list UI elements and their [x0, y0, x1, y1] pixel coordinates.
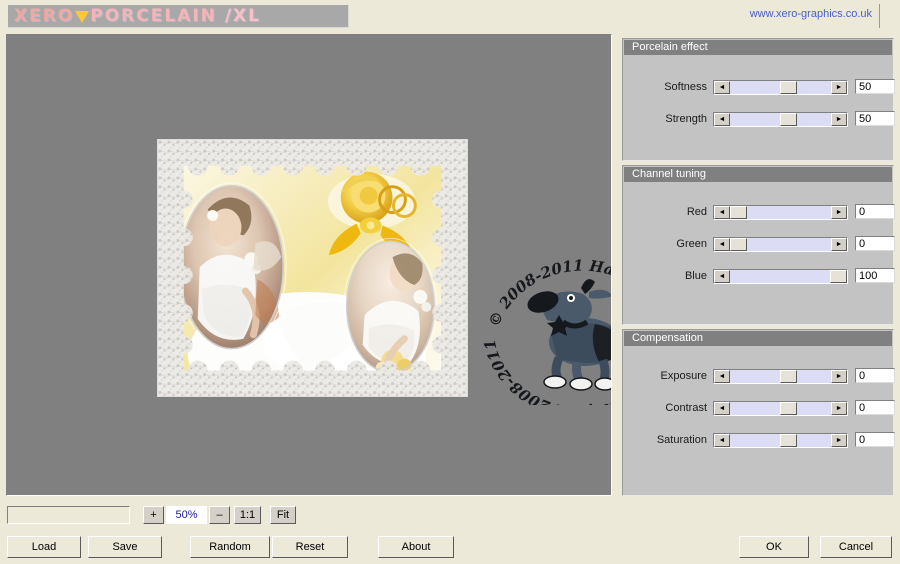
slider-left-arrow-icon[interactable]: ◄ [714, 270, 730, 283]
slider-thumb-softness[interactable] [780, 81, 797, 94]
slider-row-saturation: Saturation ◄ ► 0 [631, 432, 895, 449]
logo-text-xero: XERO [14, 6, 75, 26]
watermark-top-text: © 2008-2011 HappyRataplan [477, 230, 611, 336]
slider-thumb-contrast[interactable] [780, 402, 797, 415]
watermark-bottom-text: HappyRataplan 2008-2011 [481, 338, 611, 405]
slider-blue[interactable]: ◄► [713, 269, 848, 284]
slider-right-arrow-icon[interactable]: ► [831, 206, 847, 219]
slider-right-arrow-icon[interactable]: ► [831, 238, 847, 251]
slider-label-strength: Strength [665, 113, 707, 125]
slider-contrast[interactable]: ◄ ► [713, 401, 848, 416]
app-logo: XERO PORCELAIN /XL [8, 5, 349, 28]
panel-channel-tuning: Channel tuning Red◄►0Green◄►0Blue◄►100 [622, 165, 895, 325]
dog-icon [527, 279, 611, 391]
preview-canvas[interactable]: © 2008-2011 HappyRataplan HappyRataplan … [7, 35, 611, 495]
slider-label-red: Red [686, 206, 707, 218]
slider-label-exposure: Exposure [660, 370, 707, 382]
slider-thumb-blue[interactable] [830, 270, 847, 283]
svg-text:© 2008-2011 HappyRataplan: © 2008-2011 HappyRataplan [477, 230, 611, 336]
slider-row-blue: Blue ◄► 100 [631, 268, 895, 285]
slider-left-arrow-icon[interactable]: ◄ [714, 81, 730, 94]
panel-compensation: Compensation Exposure ◄ ► 0 Contrast ◄ ► 0 Satur… [622, 329, 895, 496]
slider-label-softness: Softness [664, 81, 707, 93]
slider-exposure[interactable]: ◄ ► [713, 369, 848, 384]
slider-right-arrow-icon[interactable]: ► [831, 81, 847, 94]
slider-right-arrow-icon[interactable]: ► [831, 434, 847, 447]
slider-right-arrow-icon[interactable]: ► [831, 370, 847, 383]
slider-green[interactable]: ◄ ► [713, 237, 848, 252]
ok-button[interactable]: OK [739, 536, 809, 558]
slider-row-exposure: Exposure ◄ ► 0 [631, 368, 895, 385]
zoom-in-button[interactable]: + [143, 506, 164, 524]
slider-label-green: Green [676, 238, 707, 250]
slider-right-arrow-icon[interactable]: ► [831, 402, 847, 415]
slider-value-saturation[interactable]: 0 [855, 432, 895, 447]
panel-porcelain-effect: Porcelain effect Softness ◄ ► 50 Strength ◄ ► 5… [622, 38, 895, 161]
slider-row-strength: Strength ◄ ► 50 [631, 111, 895, 128]
zoom-fit-button[interactable]: Fit [270, 506, 296, 524]
slider-row-contrast: Contrast ◄ ► 0 [631, 400, 895, 417]
reset-button[interactable]: Reset [272, 536, 348, 558]
load-button[interactable]: Load [7, 536, 81, 558]
slider-saturation[interactable]: ◄ ► [713, 433, 848, 448]
slider-left-arrow-icon[interactable]: ◄ [714, 113, 730, 126]
slider-row-red: Red ◄ ► 0 [631, 204, 895, 221]
slider-label-contrast: Contrast [665, 402, 707, 414]
svg-text:HappyRataplan 2008-2011: HappyRataplan 2008-2011 [481, 338, 611, 405]
xero-porcelain-window: XERO PORCELAIN /XL www.xero-graphics.co.u… [0, 0, 900, 564]
logo-text-xl: /XL [224, 6, 261, 26]
slider-thumb-green[interactable] [730, 238, 747, 251]
slider-right-arrow-icon[interactable]: ► [831, 113, 847, 126]
website-link[interactable]: www.xero-graphics.co.uk [750, 8, 872, 20]
preview-pane[interactable]: © 2008-2011 HappyRataplan HappyRataplan … [6, 34, 612, 496]
save-button[interactable]: Save [88, 536, 162, 558]
panel-title: Compensation [624, 331, 892, 346]
random-button[interactable]: Random [190, 536, 270, 558]
slider-red[interactable]: ◄ ► [713, 205, 848, 220]
slider-thumb-exposure[interactable] [780, 370, 797, 383]
slider-label-blue: Blue [684, 270, 707, 282]
slider-value-exposure[interactable]: 0 [855, 368, 895, 383]
slider-strength[interactable]: ◄ ► [713, 112, 848, 127]
slider-value-strength[interactable]: 50 [855, 111, 895, 126]
slider-label-saturation: Saturation [656, 434, 707, 446]
zoom-actual-size-button[interactable]: 1:1 [234, 506, 261, 524]
slider-left-arrow-icon[interactable]: ◄ [714, 434, 730, 447]
slider-thumb-strength[interactable] [780, 113, 797, 126]
cancel-button[interactable]: Cancel [820, 536, 892, 558]
titlebar-divider [879, 4, 880, 28]
slider-row-green: Green ◄ ► 0 [631, 236, 895, 253]
slider-left-arrow-icon[interactable]: ◄ [714, 206, 730, 219]
zoom-out-button[interactable]: – [209, 506, 230, 524]
about-button[interactable]: About [378, 536, 454, 558]
panel-title: Channel tuning [624, 167, 892, 182]
title-bar: XERO PORCELAIN /XL www.xero-graphics.co.u… [0, 0, 900, 30]
slider-value-contrast[interactable]: 0 [855, 400, 895, 415]
slider-value-blue[interactable]: 100 [855, 268, 895, 283]
zoom-level-display: 50% [166, 506, 207, 524]
slider-left-arrow-icon[interactable]: ◄ [714, 402, 730, 415]
happyrataplan-watermark: © 2008-2011 HappyRataplan HappyRataplan … [477, 230, 611, 405]
slider-thumb-saturation[interactable] [780, 434, 797, 447]
slider-softness[interactable]: ◄ ► [713, 80, 848, 95]
panel-title: Porcelain effect [624, 40, 892, 55]
slider-value-softness[interactable]: 50 [855, 79, 895, 94]
progress-bar [7, 506, 130, 524]
logo-text-porcelain: PORCELAIN [90, 6, 217, 26]
preview-image-content [158, 140, 467, 396]
slider-left-arrow-icon[interactable]: ◄ [714, 238, 730, 251]
slider-value-green[interactable]: 0 [855, 236, 895, 251]
triangle-down-icon [75, 11, 90, 23]
slider-row-softness: Softness ◄ ► 50 [631, 79, 895, 96]
slider-thumb-red[interactable] [730, 206, 747, 219]
preview-image [157, 139, 468, 397]
slider-value-red[interactable]: 0 [855, 204, 895, 219]
slider-left-arrow-icon[interactable]: ◄ [714, 370, 730, 383]
